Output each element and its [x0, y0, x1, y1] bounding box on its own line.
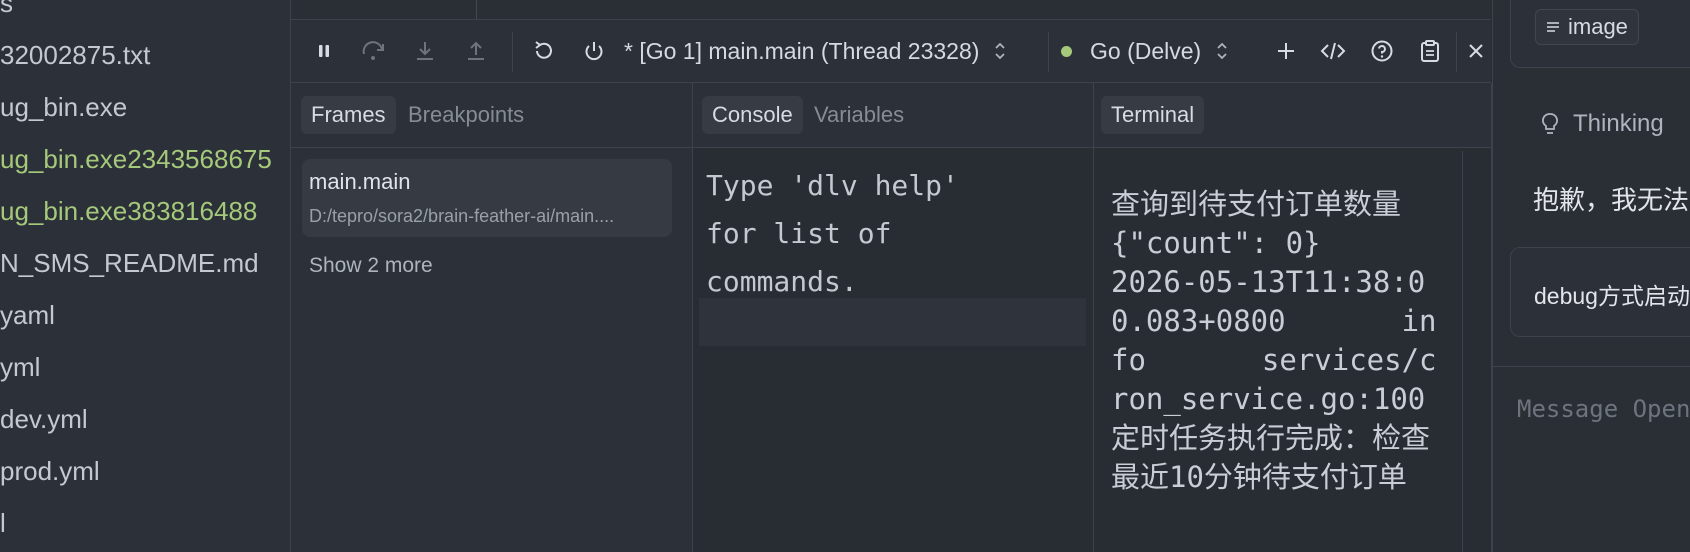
- thread-selector-label: * [Go 1] main.main (Thread 23328): [624, 37, 980, 64]
- terminal-output[interactable]: 查询到待支付订单数量 {"count": 0} 2026-05-13T11:38…: [1111, 185, 1451, 497]
- assistant-panel: image Thinking 抱歉，我无法 debug方式启动 Message …: [1492, 0, 1690, 552]
- file-tree-item[interactable]: l: [0, 508, 6, 539]
- image-chip[interactable]: image: [1535, 9, 1639, 45]
- adapter-status-dot: [1061, 45, 1072, 57]
- file-tree-item[interactable]: N_SMS_README.md: [0, 248, 259, 279]
- terminal-pane-header: Terminal: [1094, 83, 1491, 148]
- tab-terminal[interactable]: Terminal: [1101, 96, 1205, 134]
- message-composer: Message Open: [1493, 366, 1690, 552]
- toolbar-separator: [1048, 32, 1049, 72]
- pause-icon[interactable]: [307, 34, 341, 68]
- stack-frame-item[interactable]: main.main D:/tepro/sora2/brain-feather-a…: [302, 159, 672, 237]
- file-tree: s 32002875.txt ug_bin.exe ug_bin.exe2343…: [0, 0, 291, 552]
- console-pane-header: Console Variables: [693, 83, 1093, 148]
- frames-pane-header: Frames Breakpoints: [291, 83, 692, 148]
- thread-selector[interactable]: * [Go 1] main.main (Thread 23328): [624, 34, 1007, 68]
- plus-icon[interactable]: [1269, 34, 1303, 68]
- step-over-icon[interactable]: [357, 34, 391, 68]
- close-icon[interactable]: [1459, 34, 1493, 68]
- tab-variables[interactable]: Variables: [804, 96, 914, 134]
- tab-console[interactable]: Console: [702, 96, 803, 134]
- frames-pane: Frames Breakpoints main.main D:/tepro/so…: [291, 83, 693, 552]
- user-message: debug方式启动: [1534, 283, 1690, 309]
- console-pane: Console Variables Type 'dlv help' for li…: [693, 83, 1094, 552]
- message-input[interactable]: Message Open: [1517, 395, 1690, 423]
- user-message-card[interactable]: debug方式启动: [1510, 247, 1690, 337]
- toolbar-separator: [1456, 32, 1457, 72]
- console-input[interactable]: [699, 298, 1086, 346]
- help-icon[interactable]: [1365, 34, 1399, 68]
- editor-gutter-divider: [476, 0, 477, 19]
- file-tree-item[interactable]: ug_bin.exe: [0, 92, 127, 123]
- code-icon[interactable]: [1316, 34, 1350, 68]
- lightbulb-icon: [1541, 112, 1559, 136]
- stack-frame-name: main.main: [309, 169, 411, 194]
- power-icon[interactable]: [577, 34, 611, 68]
- thinking-label: Thinking: [1573, 110, 1664, 137]
- file-tree-item[interactable]: 32002875.txt: [0, 40, 150, 71]
- adapter-selector[interactable]: Go (Delve): [1061, 34, 1229, 68]
- clipboard-icon[interactable]: [1413, 34, 1447, 68]
- restart-icon[interactable]: [527, 34, 561, 68]
- console-output: Type 'dlv help' for list of commands.: [706, 169, 959, 298]
- thinking-toggle[interactable]: Thinking: [1541, 110, 1664, 138]
- file-tree-item[interactable]: dev.yml: [0, 404, 88, 435]
- tab-frames[interactable]: Frames: [301, 96, 396, 134]
- file-tree-item[interactable]: ug_bin.exe383816488: [0, 196, 257, 227]
- assistant-message: 抱歉，我无法: [1533, 185, 1690, 215]
- stack-frame-path: D:/tepro/sora2/brain-feather-ai/main....: [309, 206, 615, 226]
- show-more-frames-link[interactable]: Show 2 more: [309, 254, 433, 278]
- terminal-scrollbar[interactable]: [1462, 151, 1463, 552]
- image-chip-label: image: [1568, 14, 1628, 39]
- debug-toolbar: * [Go 1] main.main (Thread 23328) Go (De…: [291, 20, 1491, 83]
- step-out-icon[interactable]: [459, 34, 493, 68]
- file-tree-item[interactable]: ug_bin.exe2343568675: [0, 144, 272, 175]
- image-attachment-card: image: [1510, 0, 1690, 68]
- file-tree-item[interactable]: prod.yml: [0, 456, 100, 487]
- step-into-icon[interactable]: [408, 34, 442, 68]
- adapter-selector-label: Go (Delve): [1090, 37, 1202, 64]
- toolbar-separator: [512, 32, 513, 72]
- chevron-up-down-icon: [993, 40, 1007, 62]
- tab-breakpoints[interactable]: Breakpoints: [398, 96, 534, 134]
- file-tree-item[interactable]: yml: [0, 352, 40, 383]
- editor-area: [291, 0, 1491, 20]
- file-tree-item[interactable]: s: [0, 0, 13, 19]
- file-tree-item[interactable]: yaml: [0, 300, 55, 331]
- terminal-pane: Terminal 查询到待支付订单数量 {"count": 0} 2026-05…: [1094, 83, 1492, 552]
- chevron-up-down-icon: [1215, 40, 1229, 62]
- text-lines-icon: [1546, 20, 1560, 34]
